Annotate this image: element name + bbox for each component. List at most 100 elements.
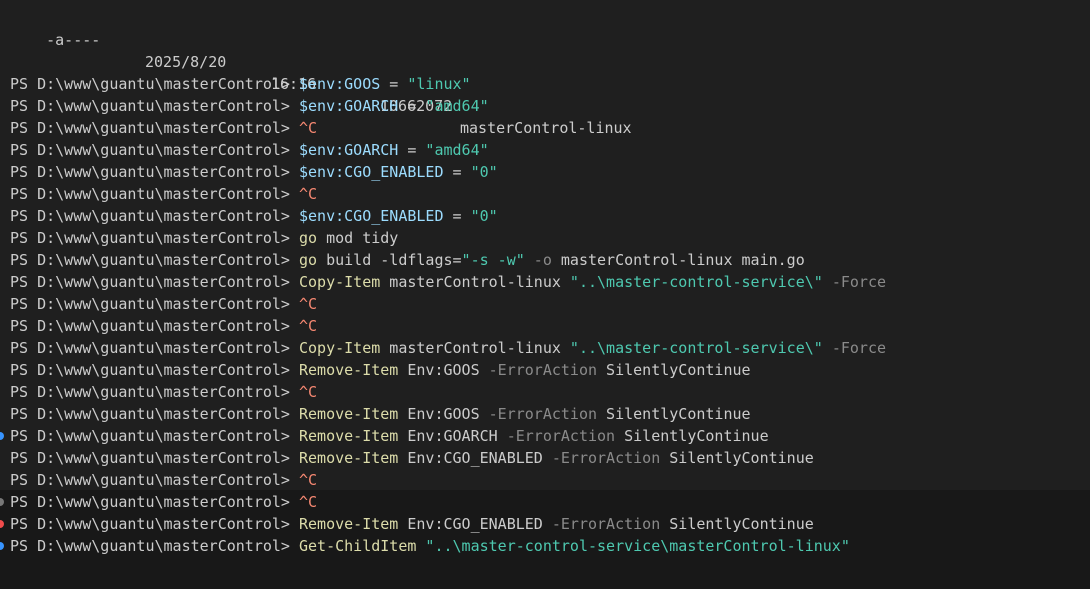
command-token-op: = <box>380 75 408 93</box>
command-token-var: $env:GOARCH <box>298 97 399 115</box>
prompt-text: PS D:\www\guantu\masterControl> <box>10 471 299 489</box>
prompt-line: PS D:\www\guantu\masterControl> Remove-I… <box>10 359 751 381</box>
prompt-line: PS D:\www\guantu\masterControl> $env:CGO… <box>10 205 498 227</box>
prompt-text: PS D:\www\guantu\masterControl> <box>10 515 299 533</box>
prompt-text: PS D:\www\guantu\masterControl> <box>10 537 299 555</box>
command-token-op: = <box>443 163 471 181</box>
prompt-text: PS D:\www\guantu\masterControl> <box>10 273 299 291</box>
command-token-cmd: Get-ChildItem <box>298 537 417 555</box>
prompt-line: PS D:\www\guantu\masterControl> Remove-I… <box>10 513 814 535</box>
prompt-line: PS D:\www\guantu\masterControl> go build… <box>10 249 805 271</box>
command-token-interrupt: ^C <box>298 119 318 137</box>
command-token-param: -Force <box>822 339 887 357</box>
command-token-arg: Env:GOOS <box>398 405 489 423</box>
command-token-var: $env:CGO_ENABLED <box>298 207 444 225</box>
prompt-text: PS D:\www\guantu\masterControl> <box>10 427 299 445</box>
prompt-text: PS D:\www\guantu\masterControl> <box>10 317 299 335</box>
command-token-arg: Env:CGO_ENABLED <box>398 449 552 467</box>
command-decoration-icon[interactable] <box>0 432 4 440</box>
command-token-arg: Env:GOOS <box>398 361 489 379</box>
prompt-text: PS D:\www\guantu\masterControl> <box>10 163 299 181</box>
command-token-str: "0" <box>470 207 498 225</box>
command-token-interrupt: ^C <box>298 185 318 203</box>
command-token-cmd: Remove-Item <box>298 515 399 533</box>
prompt-text: PS D:\www\guantu\masterControl> <box>10 75 299 93</box>
command-token-cmd: Remove-Item <box>298 449 399 467</box>
prompt-text: PS D:\www\guantu\masterControl> <box>10 229 299 247</box>
command-token-interrupt: ^C <box>298 295 318 313</box>
prompt-text: PS D:\www\guantu\masterControl> <box>10 119 299 137</box>
prompt-line: PS D:\www\guantu\masterControl> $env:CGO… <box>10 161 498 183</box>
command-token-cmd: Remove-Item <box>298 405 399 423</box>
command-token-arg: masterControl-linux <box>380 273 570 291</box>
prompt-line: PS D:\www\guantu\masterControl> Remove-I… <box>10 403 751 425</box>
prompt-line: PS D:\www\guantu\masterControl> Copy-Ite… <box>10 337 886 359</box>
prompt-line: PS D:\www\guantu\masterControl> $env:GOA… <box>10 139 489 161</box>
command-token-op: = <box>398 141 426 159</box>
command-token-var: $env:GOOS <box>298 75 381 93</box>
prompt-text: PS D:\www\guantu\masterControl> <box>10 383 299 401</box>
command-token-op: = <box>443 207 471 225</box>
command-token-cmd: Remove-Item <box>298 361 399 379</box>
prompt-text: PS D:\www\guantu\masterControl> <box>10 361 299 379</box>
prompt-line: PS D:\www\guantu\masterControl> Remove-I… <box>10 447 814 469</box>
command-token-param: -o <box>524 251 552 269</box>
command-token-interrupt: ^C <box>298 493 318 511</box>
command-token-arg: SilentlyContinue <box>597 405 751 423</box>
prompt-text: PS D:\www\guantu\masterControl> <box>10 449 299 467</box>
command-token-arg: mod tidy <box>317 229 399 247</box>
prompt-line: PS D:\www\guantu\masterControl> $env:GOA… <box>10 95 489 117</box>
prompt-text: PS D:\www\guantu\masterControl> <box>10 97 299 115</box>
prompt-line: PS D:\www\guantu\masterControl> ^C <box>10 469 317 491</box>
prompt-text: PS D:\www\guantu\masterControl> <box>10 493 299 511</box>
command-token-cmd: go <box>298 251 318 269</box>
prompt-text: PS D:\www\guantu\masterControl> <box>10 251 299 269</box>
command-token-str: "linux" <box>407 75 471 93</box>
command-token-param: -ErrorAction <box>488 405 598 423</box>
prompt-line: PS D:\www\guantu\masterControl> $env:GOO… <box>10 73 471 95</box>
command-token-interrupt: ^C <box>298 317 318 335</box>
command-token-arg: SilentlyContinue <box>615 427 769 445</box>
prompt-line: PS D:\www\guantu\masterControl> ^C <box>10 183 317 205</box>
command-token-str: "..\master-control-service\" <box>569 273 823 291</box>
command-token-arg: build -ldflags= <box>317 251 462 269</box>
prompt-text: PS D:\www\guantu\masterControl> <box>10 185 299 203</box>
prompt-line: PS D:\www\guantu\masterControl> ^C <box>10 117 317 139</box>
command-token-param: -ErrorAction <box>551 449 661 467</box>
command-token-arg: SilentlyContinue <box>660 515 814 533</box>
command-token-interrupt: ^C <box>298 471 318 489</box>
prompt-text: PS D:\www\guantu\masterControl> <box>10 141 299 159</box>
command-token-str: "-s -w" <box>461 251 525 269</box>
command-token-var: $env:CGO_ENABLED <box>298 163 444 181</box>
command-token-arg: Env:CGO_ENABLED <box>398 515 552 533</box>
command-token-interrupt: ^C <box>298 383 318 401</box>
command-token-arg: masterControl-linux <box>380 339 570 357</box>
prompt-text: PS D:\www\guantu\masterControl> <box>10 339 299 357</box>
command-token-arg: SilentlyContinue <box>597 361 751 379</box>
command-token-arg: SilentlyContinue <box>660 449 814 467</box>
prompt-text: PS D:\www\guantu\masterControl> <box>10 295 299 313</box>
command-token-str: "amd64" <box>425 141 489 159</box>
command-token-cmd: Remove-Item <box>298 427 399 445</box>
prompt-text: PS D:\www\guantu\masterControl> <box>10 405 299 423</box>
terminal-output[interactable]: -a---- 2025/8/20 16:16 10662072 masterCo… <box>0 0 1090 589</box>
dir-listing-row: -a---- 2025/8/20 16:16 10662072 masterCo… <box>10 7 631 137</box>
command-token-cmd: Copy-Item <box>298 273 381 291</box>
command-token-arg: Env:GOARCH <box>398 427 507 445</box>
command-token-str: "0" <box>470 163 498 181</box>
command-token-str: "..\master-control-service\" <box>569 339 823 357</box>
prompt-line: PS D:\www\guantu\masterControl> Get-Chil… <box>10 535 850 557</box>
command-token-param: -ErrorAction <box>506 427 616 445</box>
prompt-line: PS D:\www\guantu\masterControl> Remove-I… <box>10 425 769 447</box>
prompt-line: PS D:\www\guantu\masterControl> ^C <box>10 381 317 403</box>
file-date: 2025/8/20 <box>145 53 227 71</box>
prompt-line: PS D:\www\guantu\masterControl> ^C <box>10 491 317 513</box>
prompt-line: PS D:\www\guantu\masterControl> ^C <box>10 315 317 337</box>
command-token-str: "..\master-control-service\masterControl… <box>425 537 850 555</box>
prompt-line: PS D:\www\guantu\masterControl> ^C <box>10 293 317 315</box>
command-token-str: "amd64" <box>425 97 489 115</box>
command-token-cmd: go <box>298 229 318 247</box>
command-token-param: -Force <box>822 273 887 291</box>
prompt-text: PS D:\www\guantu\masterControl> <box>10 207 299 225</box>
command-token-param: -ErrorAction <box>551 515 661 533</box>
